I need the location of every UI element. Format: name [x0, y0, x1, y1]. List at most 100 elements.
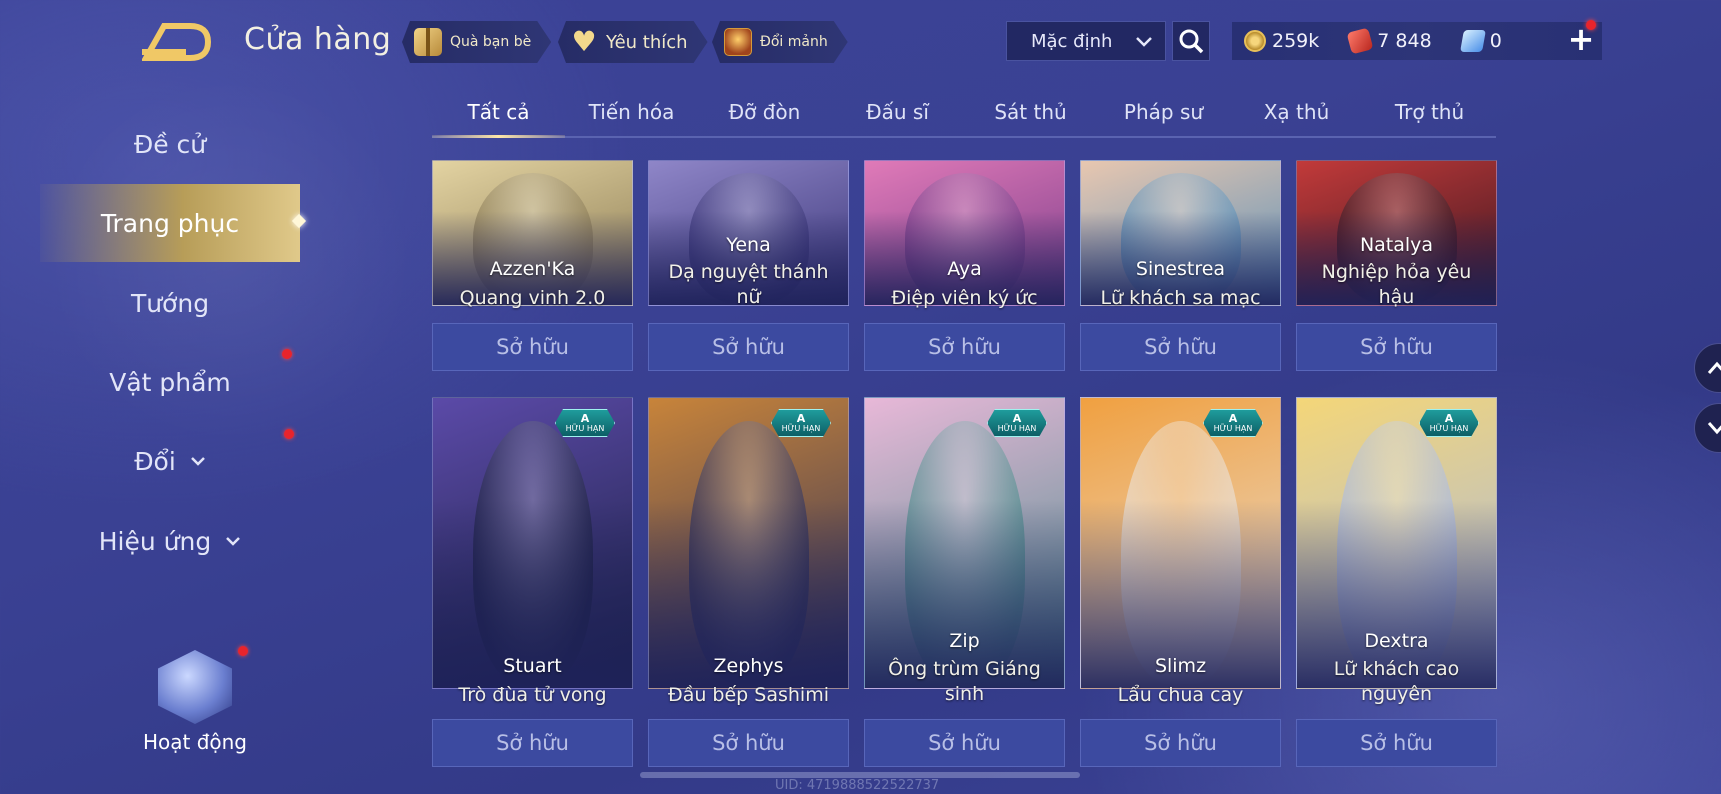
tab-marksman[interactable]: Xạ thủ [1230, 94, 1363, 136]
skin-name: Quang vinh 2.0 [459, 287, 606, 309]
sidebar-item-exchange[interactable]: Đổi [40, 422, 300, 500]
user-id: UID: 4719888522522737 [775, 778, 940, 793]
back-button[interactable] [140, 22, 214, 62]
voucher-amount: 7 848 [1377, 30, 1432, 52]
owned-button[interactable]: Sở hữu [1080, 323, 1281, 371]
notification-dot [1586, 20, 1596, 30]
gold-amount: 259k [1272, 30, 1320, 52]
tab-evolution[interactable]: Tiến hóa [565, 94, 698, 136]
scroll-up-button[interactable] [1694, 343, 1721, 393]
owned-button[interactable]: Sở hữu [432, 323, 633, 371]
skin-grid: Azzen'Ka Quang vinh 2.0 Sở hữu Yena Dạ n… [432, 160, 1497, 774]
skin-artwork [864, 160, 1065, 306]
skin-name: Điệp viên ký ức [891, 287, 1038, 309]
skin-name: Dạ nguyệt thánh nữ [668, 261, 829, 308]
skin-card[interactable]: Yena Dạ nguyệt thánh nữ Sở hữu [648, 160, 849, 371]
exchange-shards-button[interactable]: Đổi mảnh [712, 21, 848, 63]
hero-name: Sinestrea [1135, 258, 1226, 280]
hero-name: Slimz [1154, 655, 1207, 677]
skin-artwork [432, 397, 633, 689]
skin-card[interactable]: Azzen'Ka Quang vinh 2.0 Sở hữu [432, 160, 633, 371]
sort-selected-value: Mặc định [1031, 30, 1113, 52]
search-icon [1179, 29, 1204, 54]
skin-card[interactable]: A HỮU HẠN Dextra Lữ khách cao nguyên Sở h… [1296, 397, 1497, 768]
skin-card[interactable]: A HỮU HẠN Slimz Lẩu chua cay Sở hữu [1080, 397, 1281, 768]
skin-card[interactable]: Natalya Nghiệp hỏa yêu hậu Sở hữu [1296, 160, 1497, 371]
owned-button[interactable]: Sở hữu [1296, 323, 1497, 371]
favorite-button[interactable]: ♥ Yêu thích [558, 21, 708, 63]
currency-bar: 259k 7 848 0 [1232, 22, 1602, 60]
top-bar: Cửa hàng Quà bạn bè ♥ Yêu thích Đổi mảnh… [0, 0, 1721, 84]
skin-artwork [1080, 397, 1281, 689]
skin-name: Lẩu chua cay [1117, 684, 1244, 706]
friend-gift-label: Quà bạn bè [450, 34, 532, 50]
notification-dot [284, 429, 294, 439]
friend-gift-button[interactable]: Quà bạn bè [402, 21, 551, 63]
owned-button[interactable]: Sở hữu [1296, 719, 1497, 767]
skin-artwork [432, 160, 633, 306]
skin-name: Trò đùa tử vong [458, 684, 607, 706]
sidebar-item-label: Tướng [130, 288, 210, 318]
skin-card[interactable]: Aya Điệp viên ký ức Sở hữu [864, 160, 1065, 371]
chevron-down-icon [1707, 422, 1721, 435]
activity-label: Hoạt động [142, 730, 248, 754]
sort-dropdown[interactable]: Mặc định [1006, 21, 1166, 61]
skin-artwork [648, 397, 849, 689]
hero-name: Stuart [503, 655, 562, 677]
sidebar-item-effects[interactable]: Hiệu ứng [40, 502, 300, 580]
gold-coin-icon [1244, 30, 1266, 52]
chevron-down-icon [226, 537, 241, 546]
hero-name: Zip [949, 630, 980, 652]
skin-card[interactable]: A HỮU HẠN Zephys Đầu bếp Sashimi Sở hữu [648, 397, 849, 768]
diamond-balance: 0 [1459, 30, 1502, 52]
sidebar-item-items[interactable]: Vật phẩm [40, 343, 300, 421]
skin-name: Ông trùm Giáng sinh [888, 658, 1041, 705]
skin-artwork [1080, 160, 1281, 306]
sidebar-item-featured[interactable]: Đề cử [40, 105, 300, 183]
sidebar-item-label: Đề cử [133, 129, 207, 159]
diamond-amount: 0 [1489, 30, 1502, 52]
hero-name: Zephys [713, 655, 784, 677]
skin-name: Lữ khách cao nguyên [1333, 658, 1460, 705]
tab-fighter[interactable]: Đấu sĩ [831, 94, 964, 136]
skin-card[interactable]: A HỮU HẠN Zip Ông trùm Giáng sinh Sở hữu [864, 397, 1065, 768]
diamond-icon [1459, 30, 1486, 52]
gold-balance: 259k [1244, 30, 1319, 52]
tab-tank[interactable]: Đỡ đòn [698, 94, 831, 136]
hero-name: Natalya [1359, 234, 1434, 256]
limited-badge: A HỮU HẠN [555, 409, 615, 437]
tab-all[interactable]: Tất cả [432, 94, 565, 138]
favorite-label: Yêu thích [606, 31, 688, 53]
owned-button[interactable]: Sở hữu [648, 323, 849, 371]
limited-badge: A HỮU HẠN [771, 409, 831, 437]
skin-card[interactable]: Sinestrea Lữ khách sa mạc Sở hữu [1080, 160, 1281, 371]
owned-button[interactable]: Sở hữu [864, 323, 1065, 371]
activity-button[interactable]: Hoạt động [130, 650, 260, 770]
hero-name: Azzen'Ka [489, 258, 576, 280]
tab-support[interactable]: Trợ thủ [1363, 94, 1496, 136]
sidebar-item-label: Hiệu ứng [98, 526, 212, 556]
skin-name: Đầu bếp Sashimi [667, 684, 829, 706]
owned-button[interactable]: Sở hữu [432, 719, 633, 767]
heart-icon: ♥ [571, 25, 597, 58]
sidebar-item-label: Vật phẩm [109, 367, 231, 397]
skin-card[interactable]: A HỮU HẠN Stuart Trò đùa tử vong Sở hữu [432, 397, 633, 768]
sidebar-item-label: Trang phục [100, 208, 240, 238]
chevron-down-icon [1136, 37, 1152, 47]
hero-name: Yena [726, 234, 771, 256]
tab-assassin[interactable]: Sát thủ [964, 94, 1097, 136]
notification-dot [238, 646, 248, 656]
owned-button[interactable]: Sở hữu [864, 719, 1065, 767]
sidebar-item-heroes[interactable]: Tướng [40, 264, 300, 342]
owned-button[interactable]: Sở hữu [1080, 719, 1281, 767]
scroll-down-button[interactable] [1694, 403, 1721, 453]
limited-badge: A HỮU HẠN [987, 409, 1047, 437]
sidebar-item-label: Đổi [134, 446, 176, 476]
skin-name: Nghiệp hỏa yêu hậu [1321, 261, 1472, 308]
exchange-shards-label: Đổi mảnh [760, 34, 828, 50]
tab-mage[interactable]: Pháp sư [1097, 94, 1230, 136]
sidebar-item-skins[interactable]: Trang phục [40, 184, 300, 262]
owned-button[interactable]: Sở hữu [648, 719, 849, 767]
shard-chest-icon [724, 28, 752, 56]
search-button[interactable] [1172, 21, 1210, 61]
